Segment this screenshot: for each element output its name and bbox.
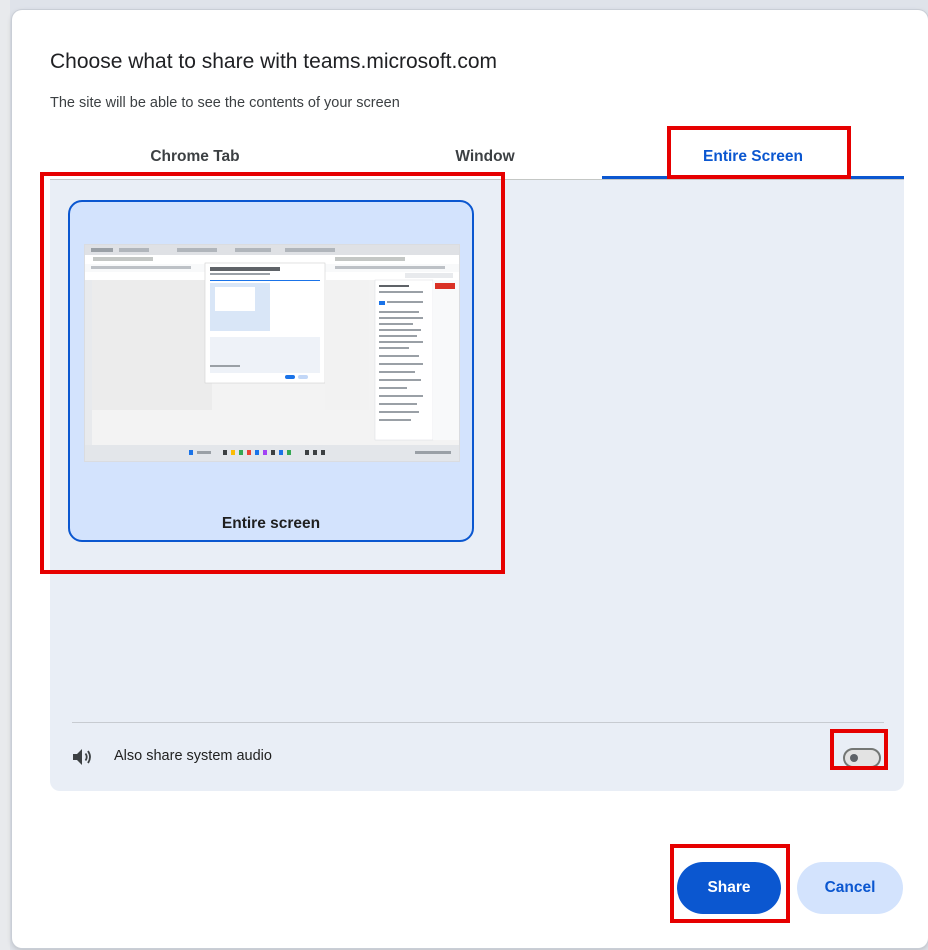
share-button[interactable]: Share [677,862,781,914]
source-tabs: Chrome Tab Window Entire Screen [50,140,904,180]
tab-chrome-tab[interactable]: Chrome Tab [50,140,340,178]
speaker-icon [72,747,96,767]
screen-preview-thumbnail [84,244,460,462]
entire-screen-source[interactable]: Entire screen [68,200,474,542]
tab-window[interactable]: Window [340,140,630,178]
dialog-subtitle: The site will be able to see the content… [50,95,400,111]
tab-entire-screen[interactable]: Entire Screen [602,140,904,178]
source-panel: Entire screen Also share system audio [50,179,904,791]
audio-share-row: Also share system audio [72,732,892,780]
system-audio-toggle[interactable] [843,748,881,768]
cancel-button[interactable]: Cancel [797,862,903,914]
dialog-title: Choose what to share with teams.microsof… [50,50,498,73]
toggle-knob [850,754,858,762]
audio-label: Also share system audio [114,748,272,764]
share-screen-dialog: Choose what to share with teams.microsof… [12,10,928,948]
source-label: Entire screen [221,515,321,532]
audio-divider [72,722,884,723]
